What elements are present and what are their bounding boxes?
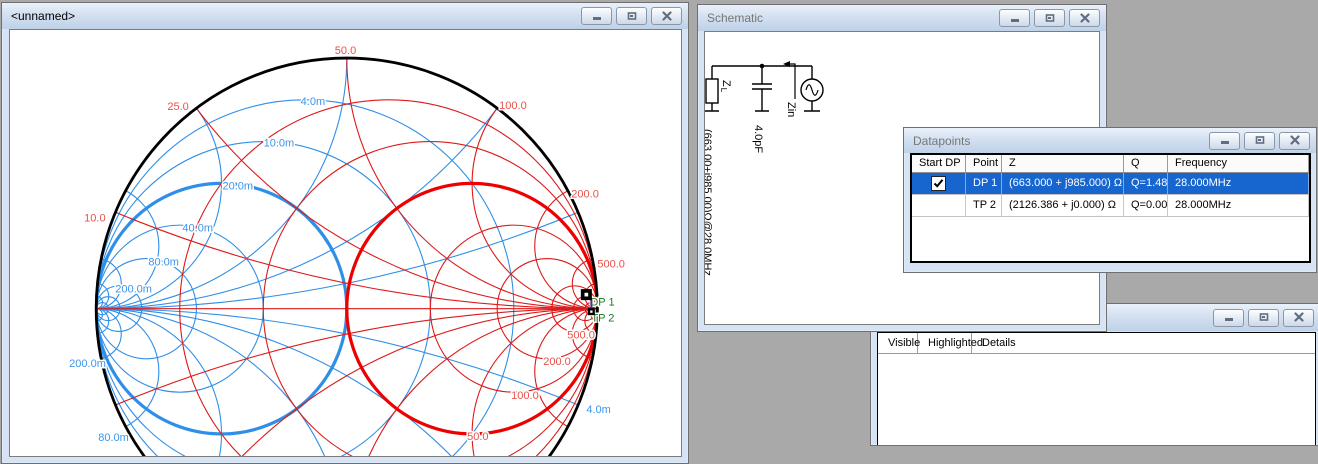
details-table: Visible Highlighted Details — [877, 332, 1316, 445]
minimize-icon — [1009, 11, 1021, 26]
datapoints-table: Start DP Point Z Q Frequency DP 1 (663.0… — [910, 153, 1311, 263]
chart-value-label: 200.0m — [69, 358, 106, 370]
maximize-icon — [626, 9, 638, 24]
chart-value-label: 10.0m — [264, 137, 295, 149]
close-icon — [1079, 11, 1091, 26]
table-row[interactable]: TP 2 (2126.386 + j0.000) Ω Q=0.000 28.00… — [912, 195, 1309, 217]
zin-annotation: Zin — [783, 61, 797, 117]
maximize-button[interactable] — [1248, 309, 1279, 327]
minimize-button[interactable] — [1209, 132, 1240, 150]
cell-q: Q=1.486 — [1124, 173, 1168, 194]
chart-value-label: 25.0 — [167, 101, 188, 113]
chart-value-label: 100.0 — [499, 100, 527, 112]
close-icon — [1289, 133, 1301, 148]
chart-value-label: 200.0m — [115, 284, 152, 296]
schematic-window-title: Schematic — [707, 11, 763, 25]
cell-q: Q=0.000 — [1124, 195, 1168, 216]
cell-z: (663.000 + j985.000) Ω — [1002, 173, 1124, 194]
chart-value-label: 80.0m — [98, 432, 129, 444]
cell-frequency: 28.000MHz — [1168, 195, 1309, 216]
source-component[interactable] — [801, 79, 823, 101]
chart-value-label: 4.0m — [301, 96, 326, 108]
cell-start-dp-empty[interactable] — [912, 195, 966, 216]
close-button[interactable] — [651, 7, 682, 25]
minimize-button[interactable] — [581, 7, 612, 25]
column-header-frequency[interactable]: Frequency — [1168, 155, 1309, 172]
maximize-button[interactable] — [1034, 9, 1065, 27]
column-header-visible[interactable]: Visible — [878, 333, 918, 353]
datapoints-window-titlebar[interactable]: Datapoints — [904, 128, 1316, 153]
schematic-window-titlebar[interactable]: Schematic — [698, 5, 1106, 31]
capacitor-value-label: 4.0pF — [752, 125, 764, 153]
chart-value-label: 50.0 — [467, 431, 488, 443]
column-header-details[interactable]: Details — [972, 333, 1315, 353]
maximize-icon — [1258, 310, 1270, 325]
chart-value-label: 20.0m — [222, 180, 253, 192]
close-icon — [1293, 310, 1305, 325]
smith-chart[interactable]: 50.0 25.0 10.0 100.0 200.0 500.0 500.0 200.0 100… — [10, 30, 681, 456]
cell-point: TP 2 — [966, 195, 1002, 216]
chart-value-label: 200.0 — [571, 188, 599, 200]
smith-chart-window: <unnamed> 50.0 25.0 10.0 100.0 200.0 500.0 500… — [1, 2, 689, 464]
cell-z: (2126.386 + j0.000) Ω — [1002, 195, 1124, 216]
chart-value-label: 80.0m — [148, 257, 179, 269]
chart-value-label: 100.0 — [511, 390, 539, 402]
column-header-highlighted[interactable]: Highlighted — [918, 333, 972, 353]
minimize-icon — [591, 9, 603, 24]
chart-value-label: 500.0 — [597, 259, 625, 271]
maximize-button[interactable] — [616, 7, 647, 25]
wire-junction — [760, 64, 765, 69]
chart-value-label: 40.0m — [182, 222, 213, 234]
maximize-button[interactable] — [1244, 132, 1275, 150]
minimize-icon — [1219, 133, 1231, 148]
chart-value-label: 4.0m — [586, 404, 611, 416]
table-row[interactable]: DP 1 (663.000 + j985.000) Ω Q=1.486 28.0… — [912, 173, 1309, 195]
minimize-button[interactable] — [1213, 309, 1244, 327]
chart-value-label: 500.0 — [567, 330, 595, 342]
smith-window-titlebar[interactable]: <unnamed> — [2, 3, 688, 29]
smith-window-title: <unnamed> — [11, 9, 75, 23]
datapoints-window-title: Datapoints — [913, 134, 970, 148]
cell-frequency: 28.000MHz — [1168, 173, 1309, 194]
column-header-point[interactable]: Point — [966, 155, 1002, 172]
impedance-annotation: (663.00+j985.00)Ω@28.0MHz — [705, 129, 713, 276]
close-button[interactable] — [1069, 9, 1100, 27]
datapoint-marker-tp-2[interactable] — [588, 308, 595, 315]
maximize-icon — [1254, 133, 1266, 148]
datapoints-table-header: Start DP Point Z Q Frequency — [912, 155, 1309, 173]
start-dp-checkbox[interactable] — [931, 176, 946, 191]
column-header-q[interactable]: Q — [1124, 155, 1168, 172]
column-header-start-dp[interactable]: Start DP — [912, 155, 966, 172]
load-label: ZL — [719, 80, 732, 93]
datapoint-marker-dp-1[interactable] — [581, 289, 592, 300]
datapoints-window: Datapoints Start DP Point Z Q Frequency … — [903, 127, 1317, 273]
minimize-button[interactable] — [999, 9, 1030, 27]
chart-value-label: 200.0 — [543, 356, 571, 368]
close-button[interactable] — [1279, 132, 1310, 150]
maximize-icon — [1044, 11, 1056, 26]
zin-label: Zin — [785, 102, 797, 117]
close-button[interactable] — [1283, 309, 1314, 327]
smith-chart-canvas-area: 50.0 25.0 10.0 100.0 200.0 500.0 500.0 200.0 100… — [9, 29, 682, 457]
cell-point: DP 1 — [966, 173, 1002, 194]
chart-value-label: 10.0 — [84, 212, 105, 224]
chart-value-label: 50.0 — [335, 45, 356, 57]
close-icon — [661, 9, 673, 24]
chart-value-label: DP 1 — [590, 297, 614, 309]
load-component[interactable]: ZL — [706, 79, 732, 103]
column-header-z[interactable]: Z — [1002, 155, 1124, 172]
minimize-icon — [1223, 310, 1235, 325]
